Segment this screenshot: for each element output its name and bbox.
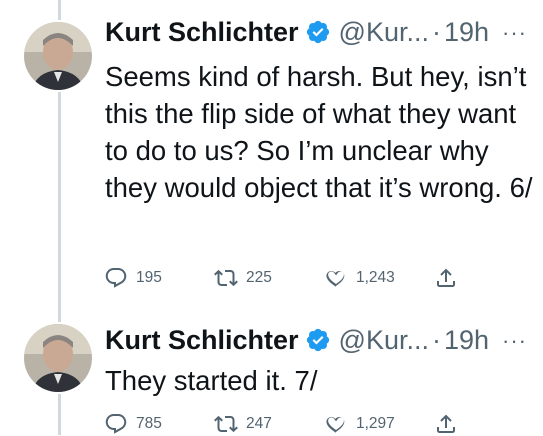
reply-icon [104,266,128,290]
tweet-header: Kurt Schlichter @Kur... · 19h [105,320,489,360]
tweet-7[interactable]: Kurt Schlichter @Kur... · 19h ··· They s… [0,310,543,435]
retweet-count: 225 [246,269,272,286]
share-icon [434,412,458,436]
separator-dot: · [432,16,441,47]
timestamp[interactable]: 19h [444,325,489,356]
tweet-text: They started it. 7/ [105,365,318,396]
retweet-icon [214,266,238,290]
author-handle[interactable]: @Kur... [339,325,429,356]
author-handle[interactable]: @Kur... [339,17,429,48]
tweet-actions: 785 247 1,297 [104,412,484,436]
more-options-icon[interactable]: ··· [502,20,527,46]
retweet-button[interactable]: 225 [214,266,272,290]
heart-icon [324,266,348,290]
like-count: 1,297 [356,415,395,432]
retweet-count: 247 [246,415,272,432]
reply-icon [104,412,128,436]
tweet-6[interactable]: Kurt Schlichter @Kur... · 19h ··· Seems … [0,0,543,310]
more-options-icon[interactable]: ··· [502,328,527,354]
heart-icon [324,412,348,436]
reply-count: 785 [136,415,162,432]
like-button[interactable]: 1,243 [324,266,395,290]
like-count: 1,243 [356,269,395,286]
author-name[interactable]: Kurt Schlichter [105,325,299,356]
tweet-actions: 195 225 1,243 [104,266,484,290]
reply-button[interactable]: 785 [104,412,162,436]
author-name[interactable]: Kurt Schlichter [105,17,299,48]
verified-badge-icon [305,19,331,45]
share-button[interactable] [434,266,458,290]
retweet-icon [214,412,238,436]
like-button[interactable]: 1,297 [324,412,395,436]
avatar[interactable] [24,324,92,392]
retweet-button[interactable]: 247 [214,412,272,436]
share-button[interactable] [434,412,458,436]
separator-dot: · [432,324,441,355]
verified-badge-icon [305,327,331,353]
tweet-text: Seems kind of harsh. But hey, isn’t this… [105,61,533,203]
reply-count: 195 [136,269,162,286]
timestamp[interactable]: 19h [444,17,489,48]
tweet-header: Kurt Schlichter @Kur... · 19h [105,12,489,52]
reply-button[interactable]: 195 [104,266,162,290]
avatar[interactable] [24,22,92,90]
share-icon [434,266,458,290]
